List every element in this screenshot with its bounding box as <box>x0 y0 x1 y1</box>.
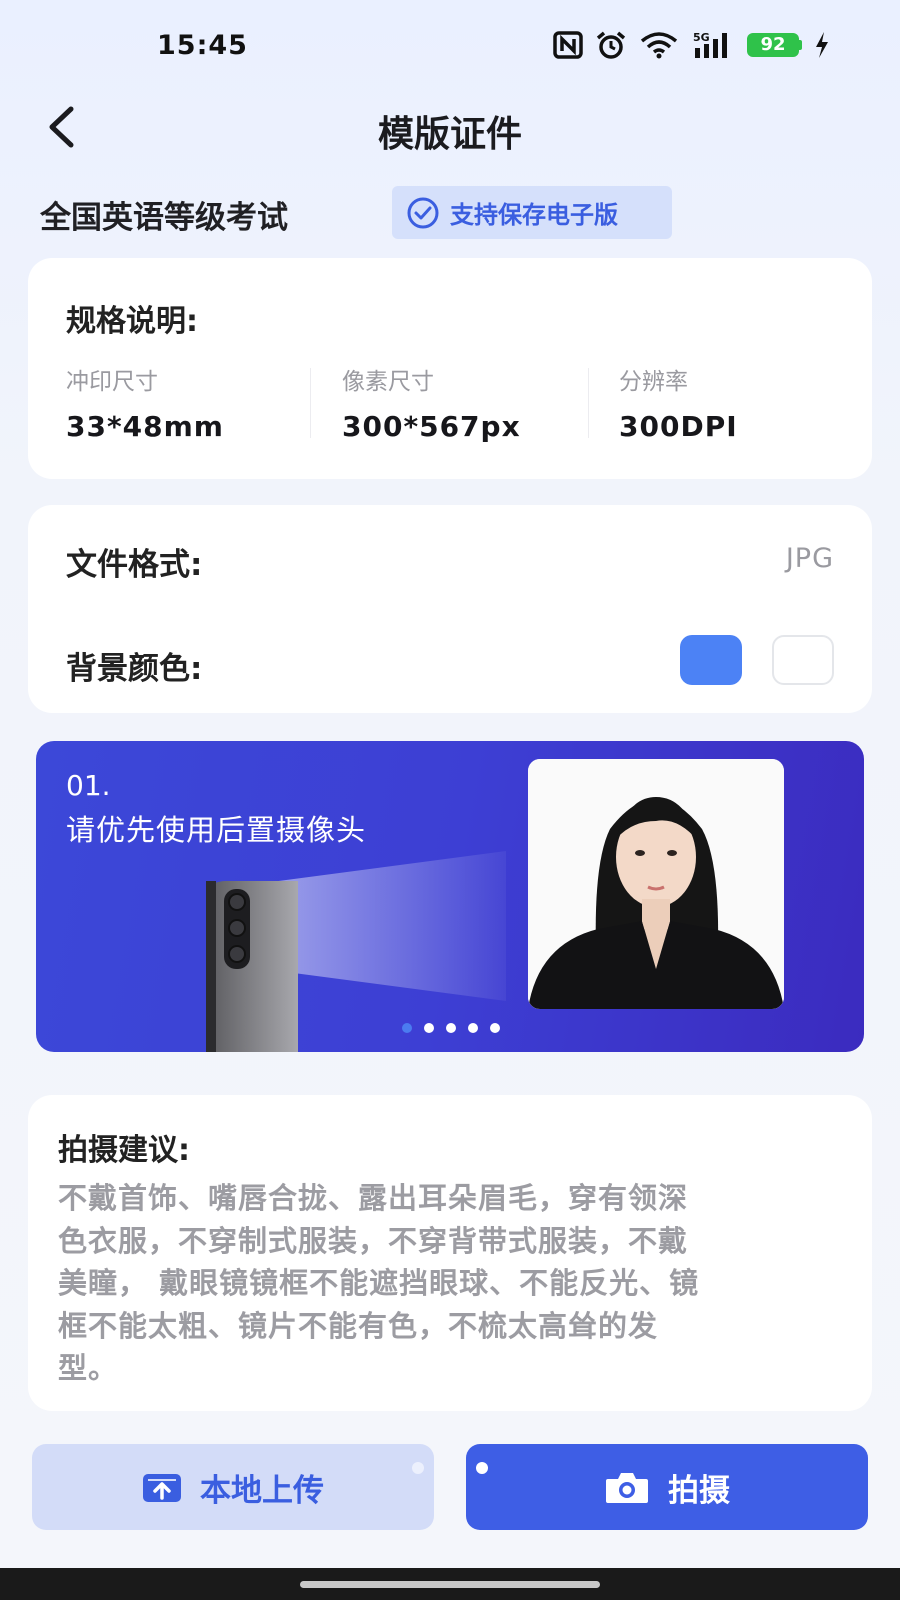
spec-value: 300DPI <box>619 410 738 443</box>
spec-divider <box>310 368 311 438</box>
advice-line: 色衣服，不穿制式服装，不穿背带式服装，不戴 <box>58 1223 689 1258</box>
cloud-upload-icon <box>143 1474 181 1502</box>
spec-label: 分辨率 <box>619 369 688 395</box>
charging-icon <box>814 31 830 59</box>
file-format-value: JPG <box>785 543 834 574</box>
carousel-dot[interactable] <box>402 1023 412 1033</box>
save-electronic-badge: 支持保存电子版 <box>392 186 672 239</box>
background-swatch-blue[interactable] <box>680 635 742 685</box>
spec-pixel-size: 像素尺寸 300*567px <box>342 362 521 443</box>
carousel-dot[interactable] <box>424 1023 434 1033</box>
exam-name: 全国英语等级考试 <box>40 200 288 236</box>
camera-icon <box>606 1473 648 1503</box>
status-bar: 15:45 5G 92 <box>0 0 900 90</box>
svg-text:5G: 5G <box>693 31 710 44</box>
background-swatch-white[interactable] <box>772 635 834 685</box>
battery-level: 92 <box>747 33 799 57</box>
background-color-label: 背景颜色: <box>66 651 203 687</box>
spec-resolution: 分辨率 300DPI <box>619 362 738 443</box>
sample-id-photo <box>528 759 784 1009</box>
shoot-button-label: 拍摄 <box>668 1472 730 1509</box>
advice-line: 不戴首饰、嘴唇合拢、露出耳朵眉毛，穿有领深 <box>58 1181 689 1215</box>
carousel-dot[interactable] <box>468 1023 478 1033</box>
alarm-icon <box>595 30 627 60</box>
advice-title: 拍摄建议: <box>58 1133 190 1168</box>
badge-label: 支持保存电子版 <box>450 201 618 229</box>
signal-5g-icon: 5G <box>691 30 735 60</box>
guide-banner-carousel[interactable]: 01. 请优先使用后置摄像头 <box>36 741 864 1052</box>
status-time: 15:45 <box>157 30 248 61</box>
page-title: 模版证件 <box>377 114 522 155</box>
local-upload-button[interactable]: 本地上传 <box>32 1444 434 1530</box>
advice-line: 框不能太粗、镜片不能有色，不梳太高耸的发 <box>58 1308 659 1343</box>
home-gesture-handle[interactable] <box>300 1581 600 1588</box>
carousel-pagination <box>402 1023 500 1033</box>
spec-title: 规格说明: <box>66 304 198 339</box>
spec-value: 33*48mm <box>66 410 224 443</box>
banner-tip-text: 请优先使用后置摄像头 <box>66 813 367 847</box>
shooting-advice-card: 拍摄建议: 不戴首饰、嘴唇合拢、露出耳朵眉毛，穿有领深 色衣服，不穿制式服装，不… <box>28 1095 872 1411</box>
upload-button-label: 本地上传 <box>200 1472 324 1509</box>
carousel-dot[interactable] <box>490 1023 500 1033</box>
spec-label: 冲印尺寸 <box>66 369 158 395</box>
spec-value: 300*567px <box>342 410 521 443</box>
format-card: 文件格式: JPG 背景颜色: <box>28 505 872 713</box>
spec-print-size: 冲印尺寸 33*48mm <box>66 362 224 443</box>
nfc-icon <box>553 31 583 59</box>
shoot-button[interactable]: 拍摄 <box>466 1444 868 1530</box>
wifi-icon <box>639 31 679 59</box>
carousel-dot[interactable] <box>446 1023 456 1033</box>
battery-icon: 92 <box>747 33 802 57</box>
spec-divider <box>588 368 589 438</box>
spec-label: 像素尺寸 <box>342 369 434 395</box>
spec-card: 规格说明: 冲印尺寸 33*48mm 像素尺寸 300*567px 分辨率 30… <box>28 258 872 479</box>
banner-step-number: 01. <box>66 769 111 802</box>
system-nav-bar <box>0 1568 900 1600</box>
check-circle-icon <box>407 197 439 228</box>
advice-text: 不戴首饰、嘴唇合拢、露出耳朵眉毛，穿有领深 色衣服，不穿制式服装，不穿背带式服装… <box>58 1177 848 1390</box>
file-format-label: 文件格式: <box>66 547 203 583</box>
advice-line: 美瞳， 戴眼镜镜框不能遮挡眼球、不能反光、镜 <box>58 1266 700 1300</box>
status-icons: 5G 92 <box>553 28 830 62</box>
advice-line: 型。 <box>58 1351 119 1385</box>
